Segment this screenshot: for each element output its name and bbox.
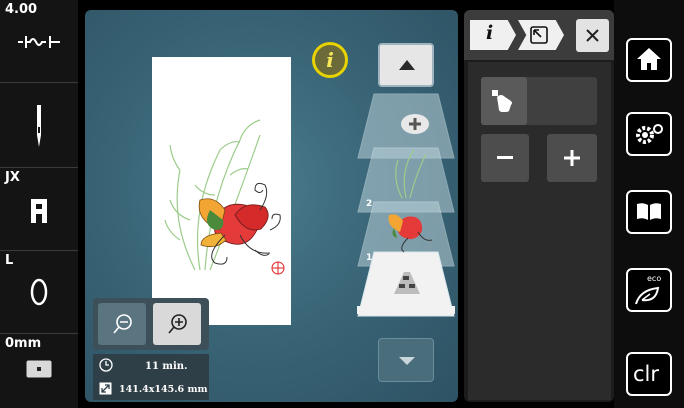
close-button[interactable] — [576, 19, 609, 52]
feed-dog-icon — [26, 360, 52, 378]
fabric-layer[interactable] — [390, 268, 424, 298]
zoom-panel — [93, 298, 209, 350]
hand-icon — [492, 90, 512, 112]
settings-icon — [636, 124, 663, 144]
home-icon — [637, 48, 661, 70]
zoom-in-button[interactable] — [153, 303, 201, 345]
feed-dog-value: 0mm — [5, 336, 42, 351]
presser-foot-pressure-cell[interactable]: 4.00 — [0, 0, 78, 83]
presser-foot-cell[interactable]: JX — [0, 168, 78, 251]
close-icon — [586, 29, 599, 42]
zoom-out-icon — [113, 314, 132, 334]
resize-icon — [99, 382, 112, 395]
tab-info[interactable]: i — [470, 20, 516, 50]
presser-foot-code: JX — [5, 170, 20, 185]
clock-icon — [99, 358, 113, 372]
needle-plate-icon — [30, 278, 48, 306]
add-icon — [401, 114, 429, 134]
move-hoop-field — [481, 77, 597, 125]
needle-cell[interactable] — [0, 83, 78, 168]
arrow-up-icon — [399, 60, 415, 70]
eco-button[interactable]: eco — [626, 268, 672, 312]
eco-icon — [635, 286, 660, 305]
left-status-rail: 4.00 JX L 0mm — [0, 0, 78, 408]
layer-2-number: 2 — [366, 199, 373, 209]
move-hoop-button[interactable] — [481, 77, 527, 125]
right-menu-rail: eco clr — [614, 0, 684, 408]
zoom-out-button[interactable] — [98, 303, 146, 345]
layer-2-thumbnail[interactable] — [380, 140, 440, 200]
tab-info-label: i — [486, 22, 494, 44]
decrease-button[interactable] — [481, 134, 529, 182]
home-button[interactable] — [626, 38, 672, 82]
clear-label: clr — [633, 362, 660, 386]
stitch-time: 11 min. — [145, 361, 188, 372]
scroll-up-button[interactable] — [378, 43, 434, 87]
plus-icon — [564, 150, 580, 166]
zoom-in-icon — [168, 314, 187, 334]
eco-label: eco — [647, 274, 662, 283]
feed-dog-cell[interactable]: 0mm — [0, 334, 78, 408]
clear-button[interactable]: clr — [626, 352, 672, 396]
presser-foot-icon — [31, 199, 47, 223]
needle-plate-cell[interactable]: L — [0, 251, 78, 334]
foot-pressure-icon — [18, 36, 60, 48]
tab-move-design[interactable] — [518, 20, 564, 50]
scroll-down-button[interactable] — [378, 338, 434, 382]
stitch-info-panel: 11 min. 141.4x145.6 mm — [93, 354, 209, 400]
needle-plate-label: L — [5, 253, 14, 268]
design-size: 141.4x145.6 mm — [119, 384, 208, 395]
needle-icon — [37, 105, 41, 147]
setup-button[interactable] — [626, 112, 672, 156]
arrow-down-icon — [399, 357, 415, 365]
move-design-icon — [530, 26, 548, 44]
edit-sub-panel — [468, 62, 611, 400]
increase-button[interactable] — [547, 134, 597, 182]
layer-1-thumbnail[interactable] — [378, 198, 438, 254]
fabric-icon — [394, 272, 420, 294]
tutorial-button[interactable] — [626, 190, 672, 234]
book-icon — [637, 203, 661, 220]
add-layer-button[interactable] — [400, 112, 430, 136]
presser-foot-pressure-value: 4.00 — [5, 2, 38, 17]
minus-icon — [497, 156, 513, 159]
layer-1-number: 1 — [366, 253, 373, 263]
embroidery-design[interactable] — [160, 110, 290, 280]
info-button[interactable]: i — [312, 42, 348, 78]
